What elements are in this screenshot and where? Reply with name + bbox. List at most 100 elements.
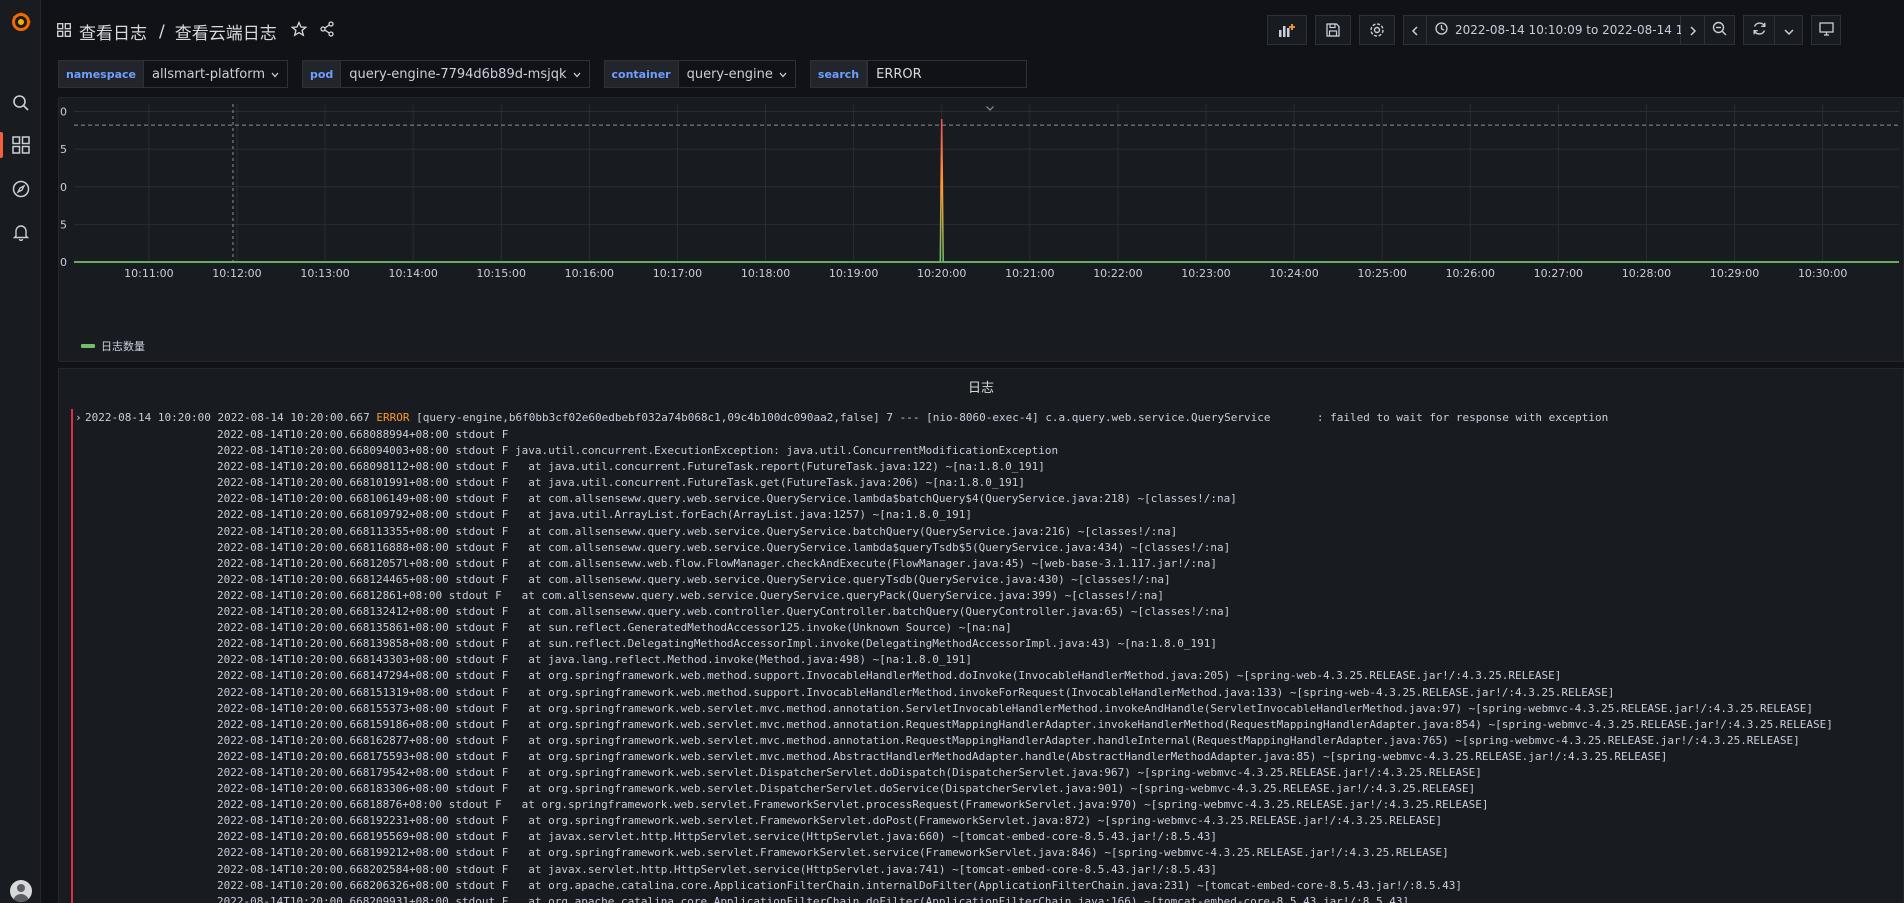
pod-select[interactable]: query-engine-7794d6b89d-msjqk: [341, 60, 590, 88]
log-line: 2022-08-14T10:20:00.668139858+08:00 stdo…: [217, 637, 1218, 651]
variable-label-pod: pod: [301, 60, 342, 88]
refresh-button[interactable]: [1743, 15, 1775, 45]
x-tick-label: 10:19:00: [829, 267, 878, 280]
time-range-picker[interactable]: 2022-08-14 10:10:09 to 2022-08-14 10:30:…: [1427, 15, 1753, 45]
legend-series-label[interactable]: 日志数量: [101, 338, 145, 354]
chevron-down-icon: [1783, 21, 1794, 40]
active-indicator: [0, 132, 3, 158]
log-line: 2022-08-14T10:20:00.668202584+08:00 stdo…: [217, 862, 1218, 876]
chart-legend: 日志数量: [81, 338, 145, 354]
log-line: 2022-08-14T10:20:00.668147294+08:00 stdo…: [217, 669, 1562, 683]
grafana-logo-icon[interactable]: [9, 10, 33, 34]
log-line: 2022-08-14T10:20:00.668135861+08:00 stdo…: [217, 621, 1012, 635]
dashboard-grid-icon: [57, 22, 71, 42]
namespace-select[interactable]: allsmart-platform: [144, 60, 288, 88]
zoom-out-icon: [1712, 21, 1727, 40]
zoom-out-button[interactable]: [1705, 15, 1735, 45]
breadcrumb-folder[interactable]: 查看日志: [79, 19, 147, 44]
chevron-right-icon: [1689, 21, 1697, 40]
x-tick-label: 10:15:00: [477, 267, 526, 280]
log-lines: › 2022-08-14 10:20:00 2022-08-14 10:20:0…: [75, 409, 1903, 903]
log-count-graph-panel: 0 5 10 15 20 10:11:00 10:12:00 10:13:00 10:14:00…: [58, 97, 1904, 362]
x-tick-label: 10:29:00: [1710, 267, 1759, 280]
dashboard-title[interactable]: 查看云端日志: [175, 19, 277, 44]
user-avatar[interactable]: [10, 880, 32, 902]
alerting-bell-icon[interactable]: [10, 221, 32, 243]
x-tick-label: 10:11:00: [124, 267, 173, 280]
log-level: ERROR: [376, 411, 410, 424]
log-line: 2022-08-14T10:20:00.66812057l+08:00 stdo…: [217, 556, 1218, 570]
variable-label-container: container: [603, 60, 679, 88]
log-line: 2022-08-14T10:20:00.668124465+08:00 stdo…: [217, 572, 1171, 586]
chevron-right-icon[interactable]: ›: [75, 409, 85, 427]
log-message-post: [query-engine,b6f0bb3cf02e60edbebf032a74…: [409, 411, 1609, 424]
log-line: 2022-08-14T10:20:00.668106149+08:00 stdo…: [217, 492, 1237, 506]
log-line: 2022-08-14T10:20:00.668109792+08:00 stdo…: [217, 508, 972, 522]
x-tick-label: 10:22:00: [1093, 267, 1142, 280]
log-line: 2022-08-14T10:20:00.668143303+08:00 stdo…: [217, 653, 972, 667]
dashboard-settings-button[interactable]: [1359, 15, 1395, 45]
log-line: 2022-08-14T10:20:00.668162877+08:00 stdo…: [217, 733, 1800, 747]
time-shift-forward-button[interactable]: [1681, 15, 1705, 45]
log-line: 2022-08-14T10:20:00.668101991+08:00 stdo…: [217, 476, 1025, 490]
x-tick-label: 10:23:00: [1181, 267, 1230, 280]
breadcrumb: 查看日志 / 查看云端日志: [57, 19, 335, 44]
dashboard-toolbar: 2022-08-14 10:10:09 to 2022-08-14 10:30:…: [1267, 15, 1841, 45]
chevron-down-icon: [779, 67, 787, 82]
clock-icon: [1435, 22, 1448, 38]
refresh-interval-dropdown[interactable]: [1775, 15, 1803, 45]
tv-mode-button[interactable]: [1811, 15, 1841, 45]
log-line: 2022-08-14T10:20:00.668151319+08:00 stdo…: [217, 685, 1615, 699]
dashboards-grid-icon[interactable]: [10, 134, 32, 156]
log-line: 2022-08-14T10:20:00.66818876+08:00 stdou…: [217, 798, 1489, 812]
top-navbar: 查看日志 / 查看云端日志 2022-08-14 10:10:09 to 202…: [41, 0, 1904, 60]
log-line: 2022-08-14T10:20:00.668155373+08:00 stdo…: [217, 701, 1814, 715]
log-line: 2022-08-14T10:20:00.668179542+08:00 stdo…: [217, 765, 1482, 779]
breadcrumb-separator: /: [159, 21, 165, 42]
x-tick-label: 10:30:00: [1798, 267, 1847, 280]
x-tick-label: 10:17:00: [653, 267, 702, 280]
log-timestamp: 2022-08-14 10:20:00: [85, 411, 211, 424]
search-icon[interactable]: [10, 92, 32, 114]
variable-label-search: search: [809, 60, 868, 88]
log-line: 2022-08-14T10:20:00.66812861+08:00 stdou…: [217, 588, 1165, 602]
x-tick-label: 10:12:00: [212, 267, 261, 280]
log-line: 2022-08-14T10:20:00.668192231+08:00 stdo…: [217, 814, 1443, 828]
y-tick-label: 0: [60, 256, 67, 269]
log-message-pre: 2022-08-14 10:20:00.667: [217, 411, 377, 424]
logs-panel-title: 日志: [967, 381, 994, 396]
log-line: 2022-08-14T10:20:00.668199212+08:00 stdo…: [217, 846, 1449, 860]
namespace-value: allsmart-platform: [152, 66, 265, 82]
log-line: 2022-08-14T10:20:00.668116888+08:00 stdo…: [217, 540, 1231, 554]
x-tick-label: 10:26:00: [1446, 267, 1495, 280]
log-line: 2022-08-14T10:20:00.668132412+08:00 stdo…: [217, 605, 1231, 619]
container-select[interactable]: query-engine: [678, 60, 796, 88]
add-panel-button[interactable]: [1267, 15, 1307, 45]
y-tick-label: 20: [59, 106, 67, 119]
x-tick-label: 10:28:00: [1622, 267, 1671, 280]
time-shift-back-button[interactable]: [1403, 15, 1427, 45]
legend-swatch: [81, 344, 95, 348]
explore-compass-icon[interactable]: [10, 178, 32, 200]
share-icon[interactable]: [319, 21, 335, 42]
x-tick-label: 10:14:00: [388, 267, 437, 280]
log-line: 2022-08-14T10:20:00.668206326+08:00 stdo…: [217, 878, 1463, 892]
x-tick-label: 10:24:00: [1269, 267, 1318, 280]
star-icon[interactable]: [290, 20, 308, 42]
container-value: query-engine: [686, 66, 773, 82]
log-line: 2022-08-14T10:20:00.668113355+08:00 stdo…: [217, 524, 1178, 538]
save-dashboard-button[interactable]: [1315, 15, 1351, 45]
log-line: 2022-08-14T10:20:00.668088994+08:00 stdo…: [217, 428, 509, 441]
timeseries-chart[interactable]: 0 5 10 15 20 10:11:00 10:12:00 10:13:00 10:14:00…: [59, 98, 1904, 363]
log-line: 2022-08-14T10:20:00.668209931+08:00 stdo…: [217, 894, 1410, 903]
log-row[interactable]: › 2022-08-14 10:20:00 2022-08-14 10:20:0…: [75, 409, 1903, 427]
log-line: 2022-08-14T10:20:00.668098112+08:00 stdo…: [217, 460, 1045, 474]
logs-panel: 日志 › 2022-08-14 10:20:00 2022-08-14 10:2…: [58, 368, 1904, 903]
pod-value: query-engine-7794d6b89d-msjqk: [349, 66, 567, 82]
log-line: 2022-08-14T10:20:00.668195569+08:00 stdo…: [217, 830, 1218, 844]
search-text-input[interactable]: ERROR: [867, 60, 1028, 88]
template-variables: namespace allsmart-platform pod query-en…: [58, 60, 1028, 88]
x-tick-label: 10:13:00: [300, 267, 349, 280]
monitor-icon: [1818, 21, 1834, 40]
log-line: 2022-08-14T10:20:00.668159186+08:00 stdo…: [217, 717, 1833, 731]
